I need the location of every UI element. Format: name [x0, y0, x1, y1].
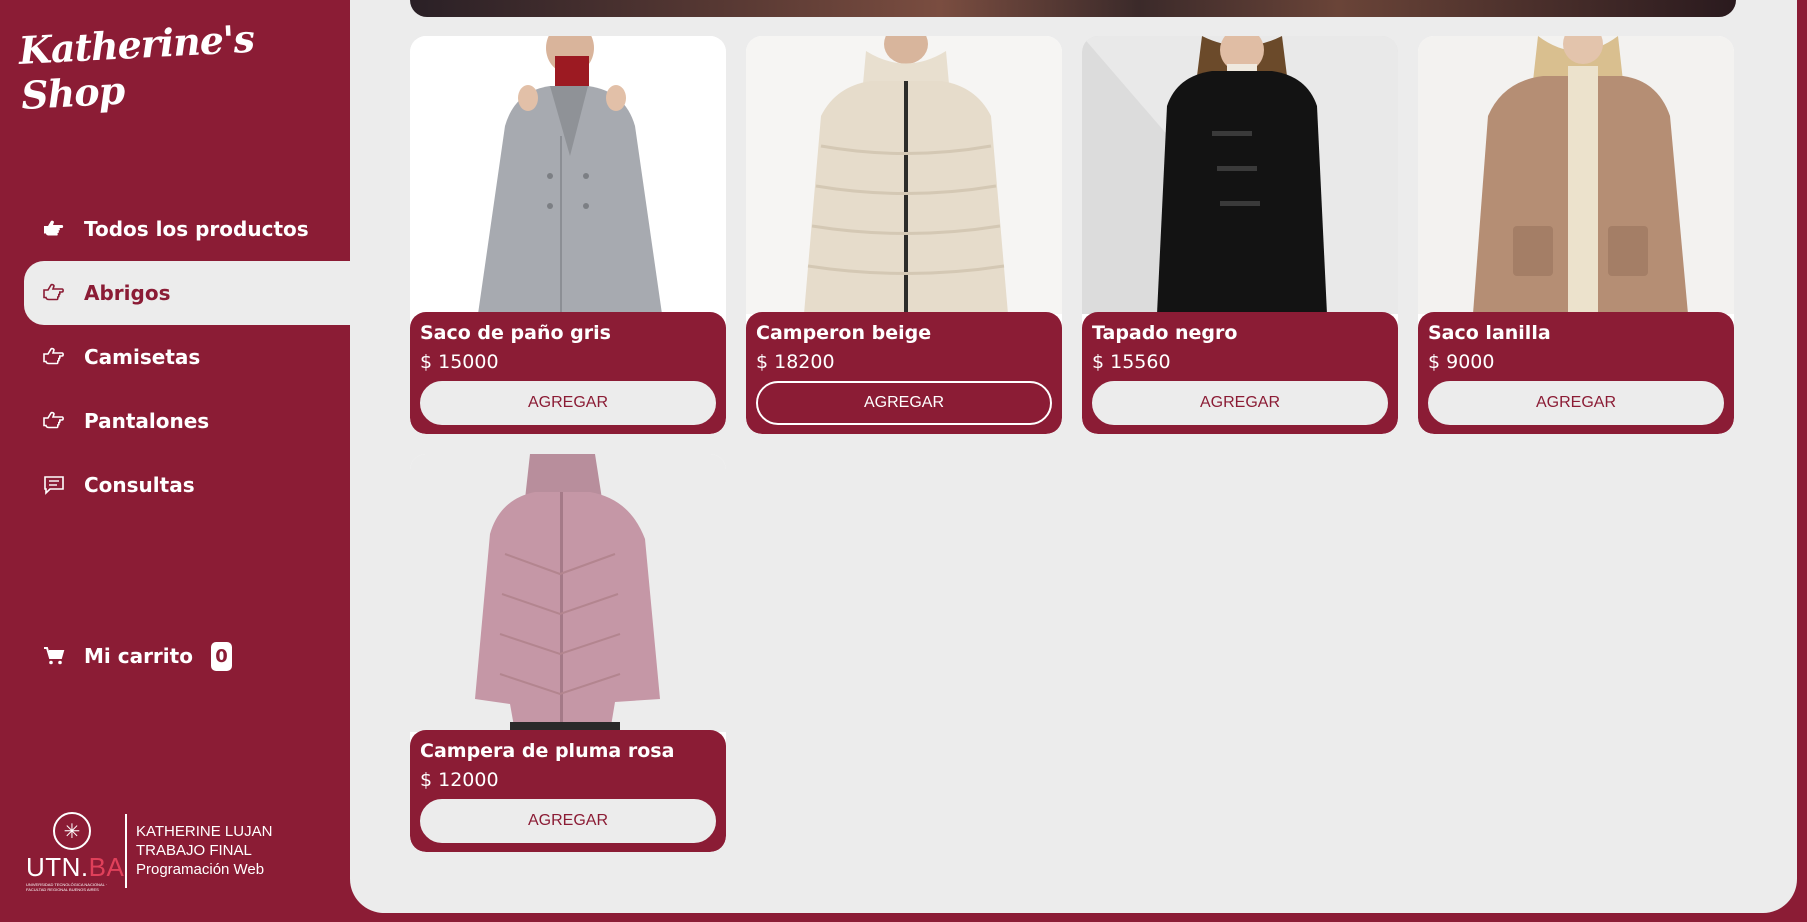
product-info: Saco de paño gris $ 15000 AGREGAR	[410, 312, 726, 434]
add-to-cart-button[interactable]: AGREGAR	[1092, 381, 1388, 425]
product-card: Saco de paño gris $ 15000 AGREGAR	[410, 36, 726, 434]
footer-course: Programación Web	[136, 861, 265, 878]
product-price: $ 15000	[420, 351, 499, 373]
sidebar: Katherine's Shop Todos los productos Abr…	[0, 0, 350, 922]
nav-item-pantalones[interactable]: Pantalones	[24, 389, 350, 453]
hero-banner	[410, 0, 1736, 17]
tan-wool-coat-photo[interactable]	[1418, 36, 1734, 314]
cart-link[interactable]: Mi carrito 0	[24, 624, 232, 688]
chat-message-icon	[42, 473, 66, 497]
nav-item-label: Camisetas	[84, 345, 201, 369]
nav-item-label: Abrigos	[84, 281, 171, 305]
nav-item-consultas[interactable]: Consultas	[24, 453, 350, 517]
add-to-cart-button[interactable]: AGREGAR	[420, 799, 716, 843]
nav-item-todos-los-productos[interactable]: Todos los productos	[24, 197, 350, 261]
footer-credits: KATHERINE LUJAN TRABAJO FINAL Programaci…	[136, 822, 272, 879]
category-nav: Todos los productos Abrigos Camisetas Pa…	[24, 197, 350, 517]
cart-label: Mi carrito	[84, 644, 193, 668]
product-name: Saco de paño gris	[420, 322, 611, 344]
product-price: $ 9000	[1428, 351, 1495, 373]
utn-footer: ✳ UTN.BA UNIVERSIDAD TECNOLÓGICA NACIONA…	[26, 810, 326, 894]
gray-coat-photo[interactable]	[410, 36, 726, 314]
add-to-cart-button[interactable]: AGREGAR	[1428, 381, 1724, 425]
utn-subtitle: UNIVERSIDAD TECNOLÓGICA NACIONAL · FACUL…	[26, 882, 108, 892]
add-to-cart-button[interactable]: AGREGAR	[756, 381, 1052, 425]
nav-item-abrigos[interactable]: Abrigos	[24, 261, 350, 325]
product-name: Tapado negro	[1092, 322, 1238, 344]
footer-author: KATHERINE LUJAN	[136, 823, 273, 840]
product-card: Tapado negro $ 15560 AGREGAR	[1082, 36, 1398, 434]
shop-logo[interactable]: Katherine's Shop	[18, 11, 352, 118]
product-name: Saco lanilla	[1428, 322, 1551, 344]
hand-pointing-right-outline-icon	[42, 409, 66, 433]
footer-project: TRABAJO FINAL	[136, 842, 252, 859]
product-card: Saco lanilla $ 9000 AGREGAR	[1418, 36, 1734, 434]
utn-logo-text: UTN.BA	[26, 852, 125, 882]
main-content: Saco de paño gris $ 15000 AGREGAR Camper…	[350, 0, 1797, 913]
pink-down-jacket-photo[interactable]	[410, 454, 726, 732]
nav-item-label: Todos los productos	[84, 217, 309, 241]
product-info: Camperon beige $ 18200 AGREGAR	[746, 312, 1062, 434]
product-info: Saco lanilla $ 9000 AGREGAR	[1418, 312, 1734, 434]
nav-item-label: Consultas	[84, 473, 195, 497]
footer-divider	[125, 814, 127, 888]
product-price: $ 18200	[756, 351, 835, 373]
product-card: Campera de pluma rosa $ 12000 AGREGAR	[410, 454, 726, 852]
nav-item-camisetas[interactable]: Camisetas	[24, 325, 350, 389]
utn-emblem-icon: ✳	[53, 812, 91, 850]
beige-puffer-photo[interactable]	[746, 36, 1062, 314]
hand-pointing-right-filled-icon	[42, 217, 66, 241]
product-card: Camperon beige $ 18200 AGREGAR	[746, 36, 1062, 434]
product-info: Campera de pluma rosa $ 12000 AGREGAR	[410, 730, 726, 852]
product-price: $ 12000	[420, 769, 499, 791]
hand-pointing-right-outline-icon	[42, 345, 66, 369]
cart-count-badge: 0	[210, 641, 232, 671]
product-info: Tapado negro $ 15560 AGREGAR	[1082, 312, 1398, 434]
product-price: $ 15560	[1092, 351, 1171, 373]
hand-pointing-right-outline-icon	[42, 281, 66, 305]
product-name: Campera de pluma rosa	[420, 740, 675, 762]
product-name: Camperon beige	[756, 322, 932, 344]
black-coat-photo[interactable]	[1082, 36, 1398, 314]
nav-item-label: Pantalones	[84, 409, 210, 433]
add-to-cart-button[interactable]: AGREGAR	[420, 381, 716, 425]
shopping-cart-icon	[42, 644, 66, 668]
